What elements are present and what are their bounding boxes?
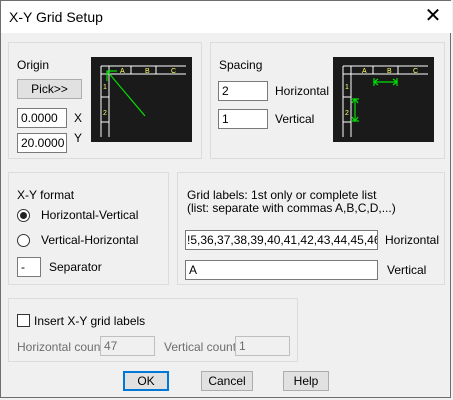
ok-button[interactable]: OK — [123, 371, 169, 391]
radio-horizontal-vertical-label[interactable]: Horizontal-Vertical — [41, 208, 138, 222]
spacing-preview-col-b: B — [387, 68, 392, 75]
help-button[interactable]: Help — [283, 371, 329, 391]
spacing-label: Spacing — [219, 58, 263, 72]
grid-labels-horizontal-input[interactable]: !5,36,37,38,39,40,41,42,43,44,45,46,47 — [185, 230, 378, 250]
origin-preview-graphic: A B C 1 2 — [91, 57, 192, 142]
dialog-window: X-Y Grid Setup ✕ Origin Pick>> 0.0000 X … — [0, 0, 452, 398]
origin-x-input[interactable]: 0.0000 — [17, 108, 67, 128]
close-icon[interactable]: ✕ — [422, 5, 444, 27]
origin-label: Origin — [17, 58, 50, 72]
dialog-title: X-Y Grid Setup — [9, 9, 103, 25]
radio-horizontal-vertical[interactable] — [17, 209, 30, 222]
origin-preview: A B C 1 2 — [91, 57, 192, 142]
origin-y-label: Y — [74, 131, 83, 145]
spacing-preview-col-a: A — [362, 68, 367, 75]
radio-vertical-horizontal[interactable] — [17, 234, 30, 247]
insert-labels-checkbox-label[interactable]: Insert X-Y grid labels — [34, 314, 145, 328]
title-bar: X-Y Grid Setup ✕ — [1, 1, 452, 33]
grid-labels-vertical-label: Vertical — [387, 263, 427, 277]
origin-preview-col-a: A — [120, 68, 125, 75]
insert-labels-checkbox[interactable] — [17, 314, 30, 327]
spacing-preview-col-c: C — [413, 68, 418, 75]
grid-labels-vertical-input[interactable]: A — [185, 260, 378, 280]
horizontal-count-input: 47 — [100, 336, 155, 356]
spacing-preview: A B C 1 2 — [333, 57, 434, 142]
separator-label: Separator — [49, 260, 102, 274]
spacing-preview-row-1: 1 — [345, 84, 349, 91]
origin-x-label: X — [74, 111, 83, 125]
pick-button[interactable]: Pick>> — [17, 79, 82, 99]
origin-preview-row-1: 1 — [103, 84, 107, 91]
spacing-preview-row-2: 2 — [345, 110, 349, 117]
origin-preview-col-c: C — [171, 68, 176, 75]
horizontal-count-label: Horizontal count — [17, 340, 104, 354]
separator-input[interactable]: - — [17, 257, 41, 277]
cancel-button[interactable]: Cancel — [201, 371, 253, 391]
spacing-vertical-label: Vertical — [275, 112, 315, 126]
spacing-horizontal-input[interactable]: 2 — [218, 81, 268, 101]
xy-format-label: X-Y format — [17, 188, 75, 202]
grid-labels-horizontal-label: Horizontal — [385, 233, 440, 247]
vertical-count-input: 1 — [235, 336, 290, 356]
origin-preview-row-2: 2 — [103, 110, 107, 117]
spacing-preview-graphic: A B C 1 2 — [333, 57, 434, 142]
radio-vertical-horizontal-label[interactable]: Vertical-Horizontal — [41, 233, 138, 247]
spacing-horizontal-label: Horizontal — [275, 84, 330, 98]
grid-labels-line1: Grid labels: 1st only or complete list — [187, 188, 377, 202]
grid-labels-line2: (list: separate with commas A,B,C,D,...) — [187, 201, 396, 215]
vertical-count-label: Vertical count — [164, 340, 237, 354]
spacing-vertical-input[interactable]: 1 — [218, 109, 268, 129]
origin-preview-col-b: B — [145, 68, 150, 75]
origin-y-input[interactable]: 20.0000 — [17, 133, 67, 153]
